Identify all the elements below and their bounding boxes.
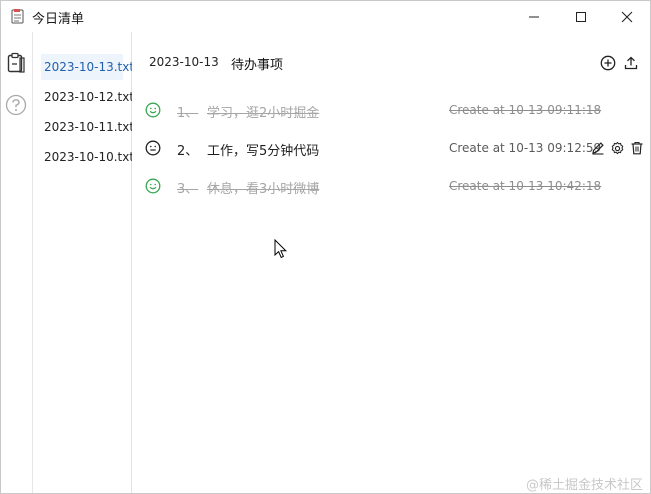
- help-icon: [5, 94, 27, 116]
- close-button[interactable]: [604, 1, 650, 32]
- list-date: 2023-10-13: [149, 55, 219, 69]
- smile-done-icon[interactable]: [145, 178, 161, 194]
- file-list: 2023-10-13.txt 2023-10-12.txt 2023-10-11…: [32, 32, 134, 493]
- todo-text: 休息，看3小时微博: [207, 182, 320, 197]
- maximize-button[interactable]: [558, 1, 604, 32]
- app-logo-icon: [11, 9, 24, 24]
- edit-button[interactable]: [590, 140, 606, 156]
- window-title: 今日清单: [32, 12, 85, 27]
- file-item-2023-10-12[interactable]: 2023-10-12.txt: [41, 84, 134, 110]
- mouse-cursor-icon: [274, 239, 288, 259]
- minimize-button[interactable]: [511, 1, 557, 32]
- trash-icon: [631, 141, 643, 155]
- neutral-face-icon[interactable]: [145, 140, 161, 156]
- todo-created-at: Create at 10-13 09:12:59: [449, 141, 602, 155]
- file-item-label: 2023-10-12.txt: [44, 90, 135, 104]
- delete-button[interactable]: [629, 140, 645, 156]
- close-icon: [621, 11, 633, 22]
- todo-panel: 2023-10-13 待办事项 1、 学习，逛2小时掘金 Create at 1…: [132, 32, 650, 493]
- todo-text: 学习，逛2小时掘金: [207, 106, 320, 121]
- todo-item[interactable]: 3、 休息，看3小时微博 Create at 10-13 10:42:18: [132, 173, 650, 199]
- add-circle-icon: [600, 55, 616, 71]
- file-item-label: 2023-10-13.txt: [44, 60, 135, 74]
- app-window: 今日清单 2023-10-13.txt 2023-10-12.txt 2023-…: [0, 0, 651, 494]
- list-title: 待办事项: [231, 58, 284, 73]
- todo-item[interactable]: 1、 学习，逛2小时掘金 Create at 10-13 09:11:18: [132, 97, 650, 123]
- upload-icon: [624, 56, 638, 70]
- smile-done-icon[interactable]: [145, 102, 161, 118]
- clipboard-button[interactable]: [5, 52, 27, 74]
- title-bar[interactable]: 今日清单: [1, 1, 650, 32]
- file-item-2023-10-11[interactable]: 2023-10-11.txt: [41, 114, 134, 140]
- todo-index: 2、: [177, 144, 199, 159]
- file-item-label: 2023-10-11.txt: [44, 120, 135, 134]
- clipboard-icon: [7, 52, 25, 73]
- todo-index: 1、: [177, 106, 199, 121]
- minimize-icon: [529, 16, 539, 17]
- maximize-icon: [576, 11, 586, 22]
- settings-button[interactable]: [609, 140, 625, 156]
- todo-created-at: Create at 10-13 09:11:18: [449, 103, 602, 117]
- todo-created-at: Create at 10-13 10:42:18: [449, 179, 602, 193]
- todo-text: 工作，写5分钟代码: [207, 144, 320, 159]
- export-button[interactable]: [622, 54, 640, 72]
- file-item-label: 2023-10-10.txt: [44, 150, 135, 164]
- pencil-icon: [592, 142, 604, 155]
- gear-icon: [611, 141, 623, 154]
- file-item-2023-10-13[interactable]: 2023-10-13.txt: [41, 54, 134, 80]
- todo-item[interactable]: 2、 工作，写5分钟代码 Create at 10-13 09:12:59: [132, 135, 650, 161]
- todo-index: 3、: [177, 182, 199, 197]
- watermark: @稀土掘金技术社区: [526, 478, 644, 493]
- add-todo-button[interactable]: [599, 54, 617, 72]
- side-rail: [1, 32, 31, 493]
- help-button[interactable]: [5, 94, 27, 116]
- file-item-2023-10-10[interactable]: 2023-10-10.txt: [41, 144, 134, 170]
